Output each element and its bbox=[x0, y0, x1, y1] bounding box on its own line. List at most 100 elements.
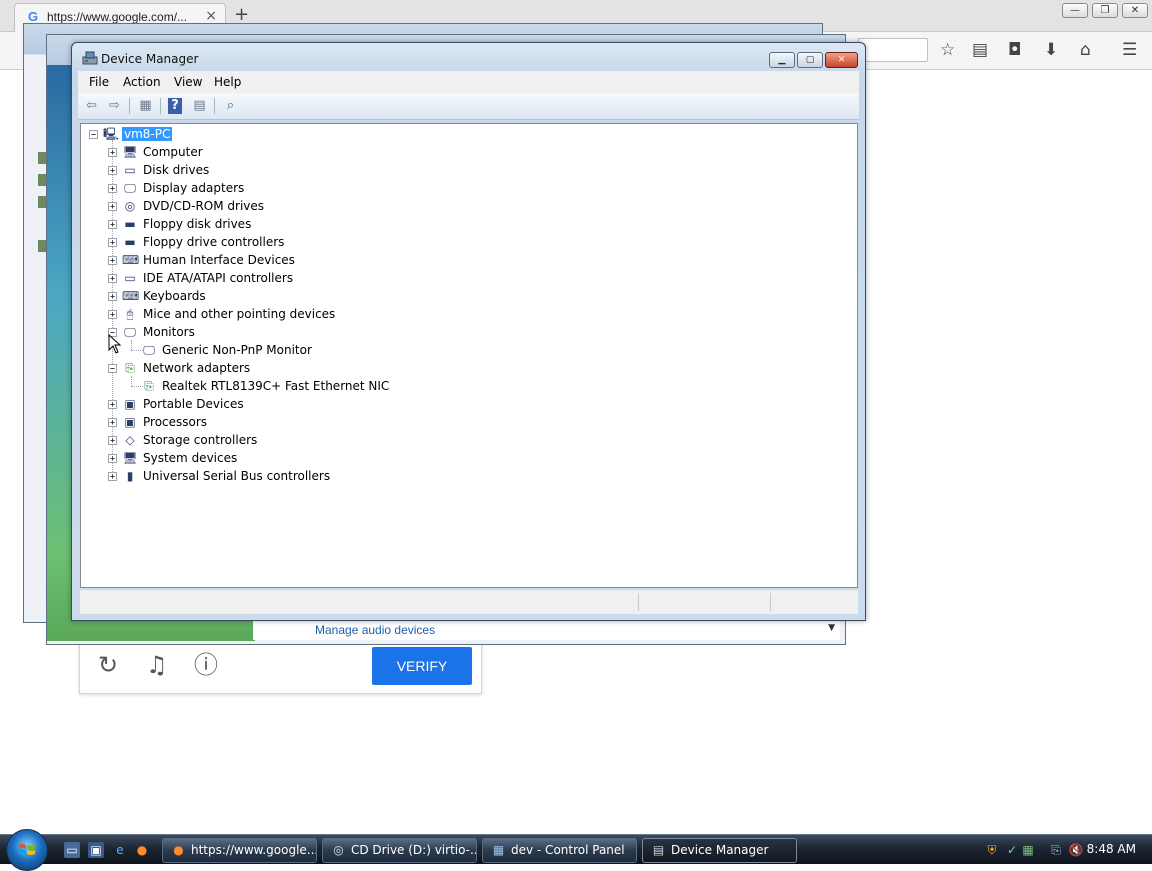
tree-item-label: Floppy drive controllers bbox=[143, 235, 285, 249]
expand-toggle-icon[interactable]: + bbox=[108, 184, 117, 193]
windows-update-icon[interactable]: ▦ bbox=[1020, 842, 1036, 858]
expand-toggle-icon[interactable]: + bbox=[108, 310, 117, 319]
browser-search-input[interactable] bbox=[858, 38, 928, 62]
tree-item-storage-controllers[interactable]: + ◇ Storage controllers bbox=[81, 432, 841, 450]
headphones-icon[interactable]: ♫ bbox=[146, 651, 168, 679]
home-icon[interactable]: ⌂ bbox=[1080, 40, 1091, 60]
expand-toggle-icon[interactable]: + bbox=[108, 454, 117, 463]
verify-button[interactable]: VERIFY bbox=[372, 647, 472, 685]
tree-item-usb-controllers[interactable]: + ▮ Universal Serial Bus controllers bbox=[81, 468, 841, 486]
internet-explorer-icon[interactable]: e bbox=[112, 842, 128, 858]
tree-root[interactable]: − 🖳 vm8-PC bbox=[81, 126, 841, 144]
browser-restore-button[interactable]: ❐ bbox=[1092, 3, 1118, 18]
expand-toggle-icon[interactable]: + bbox=[108, 238, 117, 247]
device-manager-icon bbox=[82, 51, 98, 65]
expand-toggle-icon[interactable]: + bbox=[108, 220, 117, 229]
start-button[interactable] bbox=[6, 829, 48, 871]
tab-close-icon[interactable]: × bbox=[205, 8, 217, 24]
device-manager-window: Device Manager ▁ ▢ ✕ File Action View He… bbox=[71, 42, 866, 621]
expand-toggle-icon[interactable]: + bbox=[108, 256, 117, 265]
tree-item-generic-monitor[interactable]: 🖵 Generic Non-PnP Monitor bbox=[81, 342, 841, 360]
tree-item-system-devices[interactable]: + 🖥 System devices bbox=[81, 450, 841, 468]
new-tab-button[interactable]: + bbox=[234, 5, 249, 25]
tree-item-mice[interactable]: + 🖰 Mice and other pointing devices bbox=[81, 306, 841, 324]
tree-item-monitors[interactable]: − 🖵 Monitors bbox=[81, 324, 841, 342]
security-shield-icon[interactable]: ⛨ bbox=[984, 842, 1000, 858]
expand-toggle-icon[interactable]: + bbox=[108, 436, 117, 445]
taskbar-button-browser[interactable]: ● https://www.google... bbox=[162, 838, 317, 863]
info-icon[interactable]: ⓘ bbox=[194, 651, 218, 679]
taskbar-button-device-manager[interactable]: ▤ Device Manager bbox=[642, 838, 797, 863]
chevron-down-icon[interactable]: ▼ bbox=[828, 623, 835, 633]
tree-item-disk-drives[interactable]: + ▭ Disk drives bbox=[81, 162, 841, 180]
taskbar-button-control-panel[interactable]: ▦ dev - Control Panel bbox=[482, 838, 637, 863]
toolbar-separator bbox=[160, 98, 161, 114]
safely-remove-hardware-icon[interactable]: ✓ bbox=[1004, 842, 1020, 858]
tree-item-label: Realtek RTL8139C+ Fast Ethernet NIC bbox=[162, 379, 390, 393]
tree-item-human-interface-devices[interactable]: + ⌨ Human Interface Devices bbox=[81, 252, 841, 270]
tree-item-floppy-disk-drives[interactable]: + ▬ Floppy disk drives bbox=[81, 216, 841, 234]
tree-item-keyboards[interactable]: + ⌨ Keyboards bbox=[81, 288, 841, 306]
tree-item-floppy-drive-controllers[interactable]: + ▬ Floppy drive controllers bbox=[81, 234, 841, 252]
network-adapter-icon: ⎘ bbox=[125, 361, 135, 375]
minimize-button[interactable]: ▁ bbox=[769, 52, 795, 68]
expand-toggle-icon[interactable]: + bbox=[108, 292, 117, 301]
menu-icon[interactable]: ☰ bbox=[1122, 40, 1137, 60]
browser-close-button[interactable]: ✕ bbox=[1122, 3, 1148, 18]
downloads-icon[interactable]: ⬇ bbox=[1044, 40, 1058, 60]
tree-item-processors[interactable]: + ▣ Processors bbox=[81, 414, 841, 432]
tree-item-network-adapters[interactable]: − ⎘ Network adapters bbox=[81, 360, 841, 378]
expand-toggle-icon[interactable]: + bbox=[108, 202, 117, 211]
reading-list-icon[interactable]: ▤ bbox=[972, 40, 988, 60]
background-window-strip bbox=[38, 152, 46, 164]
window-title: Device Manager bbox=[101, 52, 199, 66]
help-icon[interactable]: ? bbox=[168, 98, 182, 114]
tree-item-display-adapters[interactable]: + 🖵 Display adapters bbox=[81, 180, 841, 198]
floppy-controller-icon: ▬ bbox=[124, 235, 136, 249]
bookmark-star-icon[interactable]: ☆ bbox=[940, 40, 955, 60]
forward-arrow-icon[interactable]: ⇨ bbox=[106, 98, 123, 114]
menu-help[interactable]: Help bbox=[214, 75, 241, 89]
expand-toggle-icon[interactable]: + bbox=[108, 418, 117, 427]
scan-hardware-changes-icon[interactable]: ⌕ bbox=[222, 98, 239, 114]
tree-item-dvd-cd-rom[interactable]: + ◎ DVD/CD-ROM drives bbox=[81, 198, 841, 216]
close-button[interactable]: ✕ bbox=[825, 52, 858, 68]
clock[interactable]: 8:48 AM bbox=[1087, 842, 1136, 856]
collapse-toggle-icon[interactable]: − bbox=[108, 364, 117, 373]
background-window-strip bbox=[38, 174, 46, 186]
tree-item-ide-controllers[interactable]: + ▭ IDE ATA/ATAPI controllers bbox=[81, 270, 841, 288]
menu-view[interactable]: View bbox=[174, 75, 202, 89]
firefox-icon[interactable]: ● bbox=[134, 842, 150, 858]
show-desktop-icon[interactable]: ▭ bbox=[64, 842, 80, 858]
expand-toggle-icon[interactable]: + bbox=[108, 274, 117, 283]
switch-windows-icon[interactable]: ▣ bbox=[88, 842, 104, 858]
taskbar-button-cd-drive[interactable]: ◎ CD Drive (D:) virtio-... bbox=[322, 838, 477, 863]
tree-item-realtek-nic[interactable]: ⎘ Realtek RTL8139C+ Fast Ethernet NIC bbox=[81, 378, 841, 396]
hid-icon: ⌨ bbox=[122, 253, 140, 267]
tab-title: https://www.google.com/... bbox=[47, 10, 188, 24]
menu-action[interactable]: Action bbox=[123, 75, 161, 89]
storage-controller-icon: ◇ bbox=[125, 433, 135, 447]
maximize-button[interactable]: ▢ bbox=[797, 52, 823, 68]
expand-toggle-icon[interactable]: + bbox=[108, 472, 117, 481]
network-icon[interactable]: ⎘ bbox=[1048, 842, 1064, 858]
show-hide-console-tree-icon[interactable]: ▦ bbox=[137, 98, 154, 114]
keyboard-icon: ⌨ bbox=[122, 289, 140, 303]
tree-item-portable-devices[interactable]: + ▣ Portable Devices bbox=[81, 396, 841, 414]
pocket-icon[interactable]: ◘ bbox=[1008, 40, 1021, 60]
reload-icon[interactable]: ↻ bbox=[98, 651, 118, 679]
cd-drive-icon: ◎ bbox=[333, 843, 344, 857]
tree-item-computer[interactable]: + 🖥 Computer bbox=[81, 144, 841, 162]
back-arrow-icon[interactable]: ⇦ bbox=[83, 98, 100, 114]
expand-toggle-icon[interactable]: + bbox=[108, 166, 117, 175]
manage-audio-devices-link[interactable]: Manage audio devices bbox=[315, 623, 435, 637]
menu-file[interactable]: File bbox=[89, 75, 109, 89]
volume-muted-icon[interactable]: 🔇 bbox=[1068, 842, 1084, 858]
browser-minimize-button[interactable]: — bbox=[1062, 3, 1088, 18]
tree-item-label: Human Interface Devices bbox=[143, 253, 295, 267]
collapse-toggle-icon[interactable]: − bbox=[89, 130, 98, 139]
expand-toggle-icon[interactable]: + bbox=[108, 148, 117, 157]
properties-icon[interactable]: ▤ bbox=[191, 98, 208, 114]
expand-toggle-icon[interactable]: + bbox=[108, 400, 117, 409]
title-bar[interactable]: Device Manager ▁ ▢ ✕ bbox=[72, 43, 865, 73]
